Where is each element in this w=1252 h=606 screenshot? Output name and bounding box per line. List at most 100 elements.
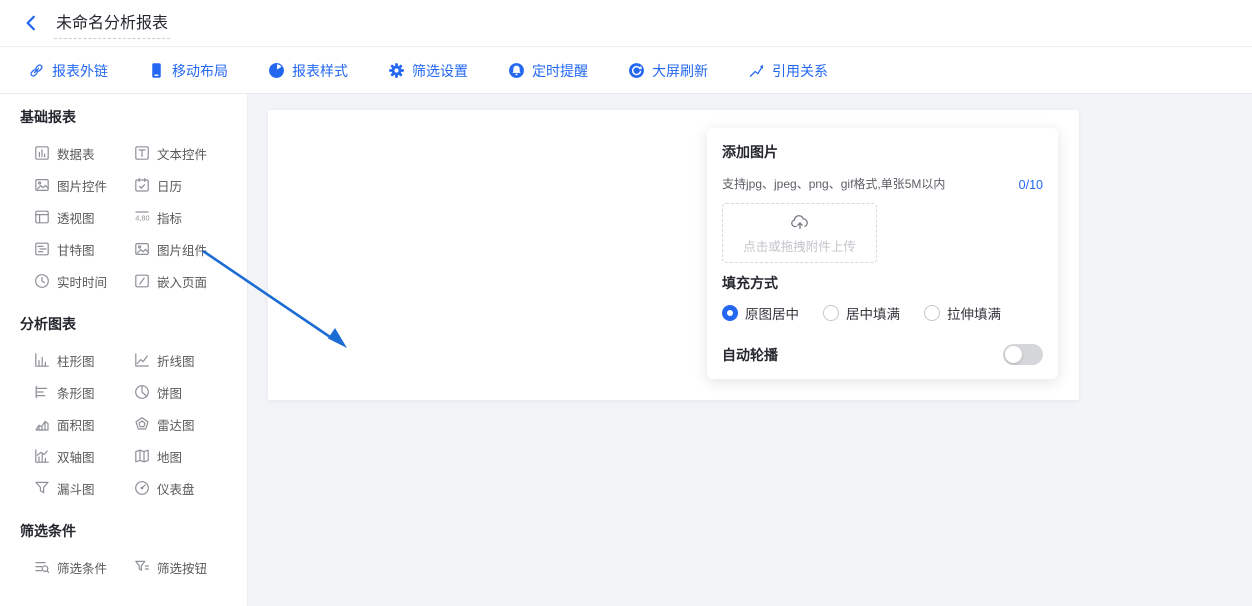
- toolbar-item-label: 定时提醒: [532, 61, 588, 81]
- sidebar-section-title: 分析图表: [20, 315, 247, 333]
- sidebar-item-image-widget[interactable]: 图片控件: [34, 176, 134, 194]
- sidebar-item-bar-chart[interactable]: 条形图: [34, 383, 134, 401]
- autoplay-toggle[interactable]: [1003, 344, 1043, 365]
- sidebar-section-grid: 筛选条件 筛选按钮: [20, 558, 247, 576]
- sidebar-item-gauge-chart[interactable]: 仪表盘: [134, 479, 247, 497]
- toolbar-item-report-external-link[interactable]: 报表外链: [28, 61, 108, 81]
- radio-selected-icon: [722, 305, 738, 321]
- radar-icon: [134, 416, 150, 432]
- radio-fill-center-fill[interactable]: 居中填满: [823, 303, 900, 323]
- text-t-icon: [134, 145, 150, 161]
- upload-dropzone[interactable]: 点击或拖拽附件上传: [722, 203, 877, 263]
- sidebar-item-pie-chart[interactable]: 饼图: [134, 383, 247, 401]
- toolbar-item-reference-relations[interactable]: 引用关系: [748, 61, 828, 81]
- toolbar-item-report-style[interactable]: 报表样式: [268, 61, 348, 81]
- sidebar-item-gantt-chart[interactable]: 甘特图: [34, 240, 134, 258]
- metric-number-icon: 4,80: [134, 209, 150, 225]
- toolbar-item-label: 引用关系: [772, 61, 828, 81]
- sidebar-item-label: 条形图: [57, 383, 95, 402]
- pivot-icon: [34, 209, 50, 225]
- funnel-icon: [34, 480, 50, 496]
- sidebar-item-label: 透视图: [57, 208, 95, 227]
- toolbar-item-label: 报表样式: [292, 61, 348, 81]
- radio-label: 居中填满: [846, 303, 900, 323]
- pie-outline-icon: [134, 384, 150, 400]
- report-title[interactable]: 未命名分析报表: [54, 7, 170, 39]
- toolbar-item-mobile-layout[interactable]: 移动布局: [148, 61, 228, 81]
- dual-axis-icon: [34, 448, 50, 464]
- radio-label: 原图居中: [745, 303, 799, 323]
- sidebar-item-label: 图片控件: [57, 176, 107, 195]
- mobile-icon: [148, 62, 165, 79]
- sidebar-item-dual-axis-chart[interactable]: 双轴图: [34, 447, 134, 465]
- sidebar-item-realtime-time[interactable]: 实时时间: [34, 272, 134, 290]
- sidebar-item-label: 筛选按钮: [157, 558, 207, 577]
- sidebar-item-radar-chart[interactable]: 雷达图: [134, 415, 247, 433]
- sidebar-item-label: 日历: [157, 176, 182, 195]
- sidebar-item-label: 饼图: [157, 383, 182, 402]
- toolbar-item-scheduled-reminder[interactable]: 定时提醒: [508, 61, 588, 81]
- toggle-knob: [1005, 346, 1022, 363]
- toolbar-item-filter-settings[interactable]: 筛选设置: [388, 61, 468, 81]
- sidebar-item-label: 雷达图: [157, 415, 195, 434]
- sidebar-item-line-chart[interactable]: 折线图: [134, 351, 247, 369]
- sidebar-item-label: 甘特图: [57, 240, 95, 259]
- sidebar-item-column-chart[interactable]: 柱形图: [34, 351, 134, 369]
- toolbar-item-screen-refresh[interactable]: 大屏刷新: [628, 61, 708, 81]
- toolbar-item-label: 报表外链: [52, 61, 108, 81]
- back-icon[interactable]: [22, 14, 40, 32]
- autoplay-row: 自动轮播: [722, 344, 1043, 365]
- format-hint: 支持jpg、jpeg、png、gif格式,单张5M以内: [722, 176, 945, 193]
- sidebar-item-area-chart[interactable]: 面积图: [34, 415, 134, 433]
- sidebar-item-embed-page[interactable]: 嵌入页面: [134, 272, 247, 290]
- image-icon: [34, 177, 50, 193]
- panel-title: 添加图片: [722, 142, 1043, 162]
- sidebar-section-title: 筛选条件: [20, 522, 247, 540]
- sidebar-item-label: 筛选条件: [57, 558, 107, 577]
- sidebar-item-filter-condition[interactable]: 筛选条件: [34, 558, 134, 576]
- toolbar-item-label: 筛选设置: [412, 61, 468, 81]
- link-icon: [28, 62, 45, 79]
- sidebar-item-label: 折线图: [157, 351, 195, 370]
- sidebar-item-label: 指标: [157, 208, 182, 227]
- sidebar-item-pivot-view[interactable]: 透视图: [34, 208, 134, 226]
- sidebar-item-map-chart[interactable]: 地图: [134, 447, 247, 465]
- image-icon: [134, 241, 150, 257]
- radio-fill-stretch-fill[interactable]: 拉伸填满: [924, 303, 1001, 323]
- sidebar-item-label: 图片组件: [157, 240, 207, 259]
- sidebar-item-data-table[interactable]: 数据表: [34, 144, 134, 162]
- sidebar-item-indicator[interactable]: 4,80 指标: [134, 208, 247, 226]
- sidebar-section: 分析图表柱形图 折线图条形图 饼图面积图 雷达图双轴图地图漏斗图 仪表盘: [0, 315, 247, 497]
- sidebar-item-label: 仪表盘: [157, 479, 195, 498]
- fill-mode-label: 填充方式: [722, 273, 1043, 293]
- toolbar: 报表外链 移动布局 报表样式 筛选设置 定时提醒 大屏刷新 引用关系: [0, 48, 1252, 94]
- toolbar-item-label: 大屏刷新: [652, 61, 708, 81]
- add-image-panel: 添加图片 支持jpg、jpeg、png、gif格式,单张5M以内 0/10 点击…: [707, 128, 1058, 379]
- sidebar-item-calendar[interactable]: 日历: [134, 176, 247, 194]
- sidebar-item-label: 面积图: [57, 415, 95, 434]
- sidebar-item-funnel-chart[interactable]: 漏斗图: [34, 479, 134, 497]
- sidebar-section-grid: 数据表 文本控件图片控件 日历透视图 4,80 指标甘特图 图片组件实时时间嵌入页面: [20, 144, 247, 290]
- sidebar-item-filter-button[interactable]: 筛选按钮: [134, 558, 247, 576]
- autoplay-label: 自动轮播: [722, 345, 778, 365]
- toolbar-item-label: 移动布局: [172, 61, 228, 81]
- sidebar-section: 基础报表数据表文本控件图片控件日历透视图4,80指标甘特图图片组件实时时间嵌入页…: [0, 94, 247, 290]
- gear-icon: [388, 62, 405, 79]
- pie-badge-icon: [268, 62, 285, 79]
- embed-icon: [134, 273, 150, 289]
- widget-sidebar: 基础报表数据表文本控件图片控件日历透视图4,80指标甘特图图片组件实时时间嵌入页…: [0, 94, 248, 606]
- sidebar-item-label: 柱形图: [57, 351, 95, 370]
- radio-unselected-icon: [823, 305, 839, 321]
- radio-fill-original-center[interactable]: 原图居中: [722, 303, 799, 323]
- gantt-icon: [34, 241, 50, 257]
- radio-label: 拉伸填满: [947, 303, 1001, 323]
- sidebar-section-grid: 柱形图 折线图条形图 饼图面积图 雷达图双轴图地图漏斗图 仪表盘: [20, 351, 247, 497]
- refresh-badge-icon: [628, 62, 645, 79]
- filter-search-icon: [34, 559, 50, 575]
- data-table-icon: [34, 145, 50, 161]
- sidebar-item-label: 数据表: [57, 144, 95, 163]
- top-header: 未命名分析报表: [0, 0, 1252, 47]
- sidebar-item-text-widget[interactable]: 文本控件: [134, 144, 247, 162]
- sidebar-item-image-component[interactable]: 图片组件: [134, 240, 247, 258]
- hbar-chart-icon: [34, 384, 50, 400]
